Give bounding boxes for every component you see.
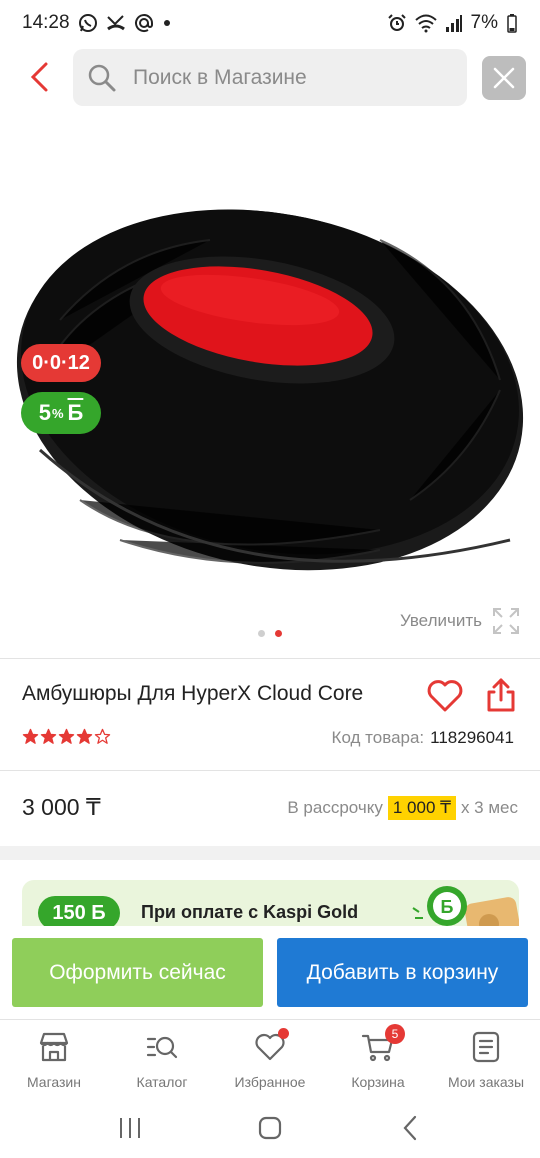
gold-bonus-pill: 150 Б	[38, 896, 120, 930]
product-code-value: 118296041	[430, 728, 514, 747]
missed-call-icon	[106, 13, 126, 33]
status-bar: 14:28 7%	[0, 0, 540, 46]
checkout-button[interactable]: Оформить сейчас	[12, 938, 263, 1007]
installment-info[interactable]: В рассрочку 1 000 ₸ х 3 мес	[287, 796, 518, 820]
home-button[interactable]	[250, 1108, 290, 1148]
gallery-pagination	[258, 630, 282, 637]
divider	[0, 658, 540, 659]
gold-banner-text: При оплате с Kaspi Gold	[141, 902, 359, 922]
add-to-cart-button[interactable]: Добавить в корзину	[277, 938, 528, 1007]
price-row: 3 000 ₸ В рассрочку 1 000 ₸ х 3 мес	[0, 772, 540, 844]
whatsapp-icon	[78, 13, 98, 33]
close-icon	[493, 67, 515, 89]
product-code-label: Код товара:	[331, 728, 425, 747]
installment-prefix: В рассрочку	[287, 798, 383, 817]
bonus-badge-currency: Б	[67, 400, 84, 425]
product-title: Амбушюры Для HyperX Cloud Core	[22, 682, 364, 705]
status-time: 14:28	[22, 12, 70, 33]
nav-label: Мои заказы	[447, 1074, 525, 1090]
installment-suffix: х 3 мес	[460, 798, 518, 817]
nav-label: Корзина	[351, 1074, 405, 1090]
svg-text:Б: Б	[441, 897, 454, 917]
star-filled-icon	[40, 728, 57, 744]
wifi-icon	[414, 13, 437, 33]
nav-cart[interactable]: 5 Корзина	[324, 1020, 432, 1099]
favorite-button[interactable]	[425, 676, 465, 716]
back-button[interactable]	[22, 60, 56, 94]
nav-label: Магазин	[26, 1074, 81, 1090]
star-filled-icon	[22, 728, 39, 744]
orders-icon	[472, 1031, 500, 1063]
installment-amount: 1 000 ₸	[387, 796, 456, 820]
installment-badge: 0·0·12	[21, 344, 101, 382]
recent-apps-icon	[120, 1118, 140, 1138]
search-input[interactable]: Поиск в Магазине	[73, 49, 467, 106]
signal-icon	[445, 13, 463, 33]
expand-icon	[493, 608, 519, 634]
bonus-badge-value: 5	[38, 400, 51, 425]
bonus-badge: 5% Б	[21, 392, 101, 434]
star-empty-icon	[94, 728, 111, 744]
notification-dot	[278, 1028, 289, 1039]
share-icon	[487, 678, 515, 712]
product-code: Код товара: 118296041	[332, 728, 514, 748]
product-price: 3 000 ₸	[22, 794, 101, 820]
bonus-badge-unit: %	[51, 405, 64, 421]
nav-label: Избранное	[234, 1074, 306, 1090]
nav-catalog[interactable]: Каталог	[108, 1020, 216, 1099]
nav-label: Каталог	[136, 1074, 188, 1090]
star-filled-icon	[76, 728, 93, 744]
product-gallery[interactable]: 0·0·12 5% Б Увеличить	[0, 120, 540, 655]
heart-icon	[427, 680, 463, 712]
divider	[0, 770, 540, 771]
cart-count-badge: 5	[385, 1024, 405, 1044]
battery-percent: 7%	[470, 12, 498, 33]
home-icon	[258, 1116, 282, 1140]
search-icon	[88, 64, 116, 91]
system-back-button[interactable]	[390, 1108, 430, 1148]
action-bar: Оформить сейчас Добавить в корзину	[0, 926, 540, 1018]
section-separator	[0, 846, 540, 860]
store-icon	[39, 1032, 69, 1062]
share-button[interactable]	[482, 676, 520, 714]
at-icon	[134, 13, 154, 33]
back-icon	[403, 1115, 417, 1141]
star-filled-icon	[58, 728, 75, 744]
rating-stars	[22, 728, 111, 745]
dot-icon	[162, 18, 172, 28]
alarm-icon	[387, 13, 407, 33]
recent-apps-button[interactable]	[110, 1108, 150, 1148]
system-navigation	[0, 1098, 540, 1158]
search-header: Поиск в Магазине	[0, 46, 540, 108]
close-button[interactable]	[482, 56, 526, 100]
catalog-search-icon	[146, 1036, 178, 1059]
pagination-dot[interactable]	[258, 630, 265, 637]
search-placeholder: Поиск в Магазине	[133, 65, 307, 89]
pagination-dot-active[interactable]	[275, 630, 282, 637]
zoom-button[interactable]: Увеличить	[400, 607, 520, 635]
battery-icon	[506, 13, 518, 33]
zoom-label: Увеличить	[400, 611, 482, 630]
product-info: Амбушюры Для HyperX Cloud Core Код товар…	[0, 660, 540, 772]
nav-orders[interactable]: Мои заказы	[432, 1020, 540, 1099]
chevron-left-icon	[30, 62, 48, 92]
bottom-navigation: Магазин Каталог Избранное 5 Корзина Мои …	[0, 1019, 540, 1099]
nav-favorites[interactable]: Избранное	[216, 1020, 324, 1099]
nav-store[interactable]: Магазин	[0, 1020, 108, 1099]
